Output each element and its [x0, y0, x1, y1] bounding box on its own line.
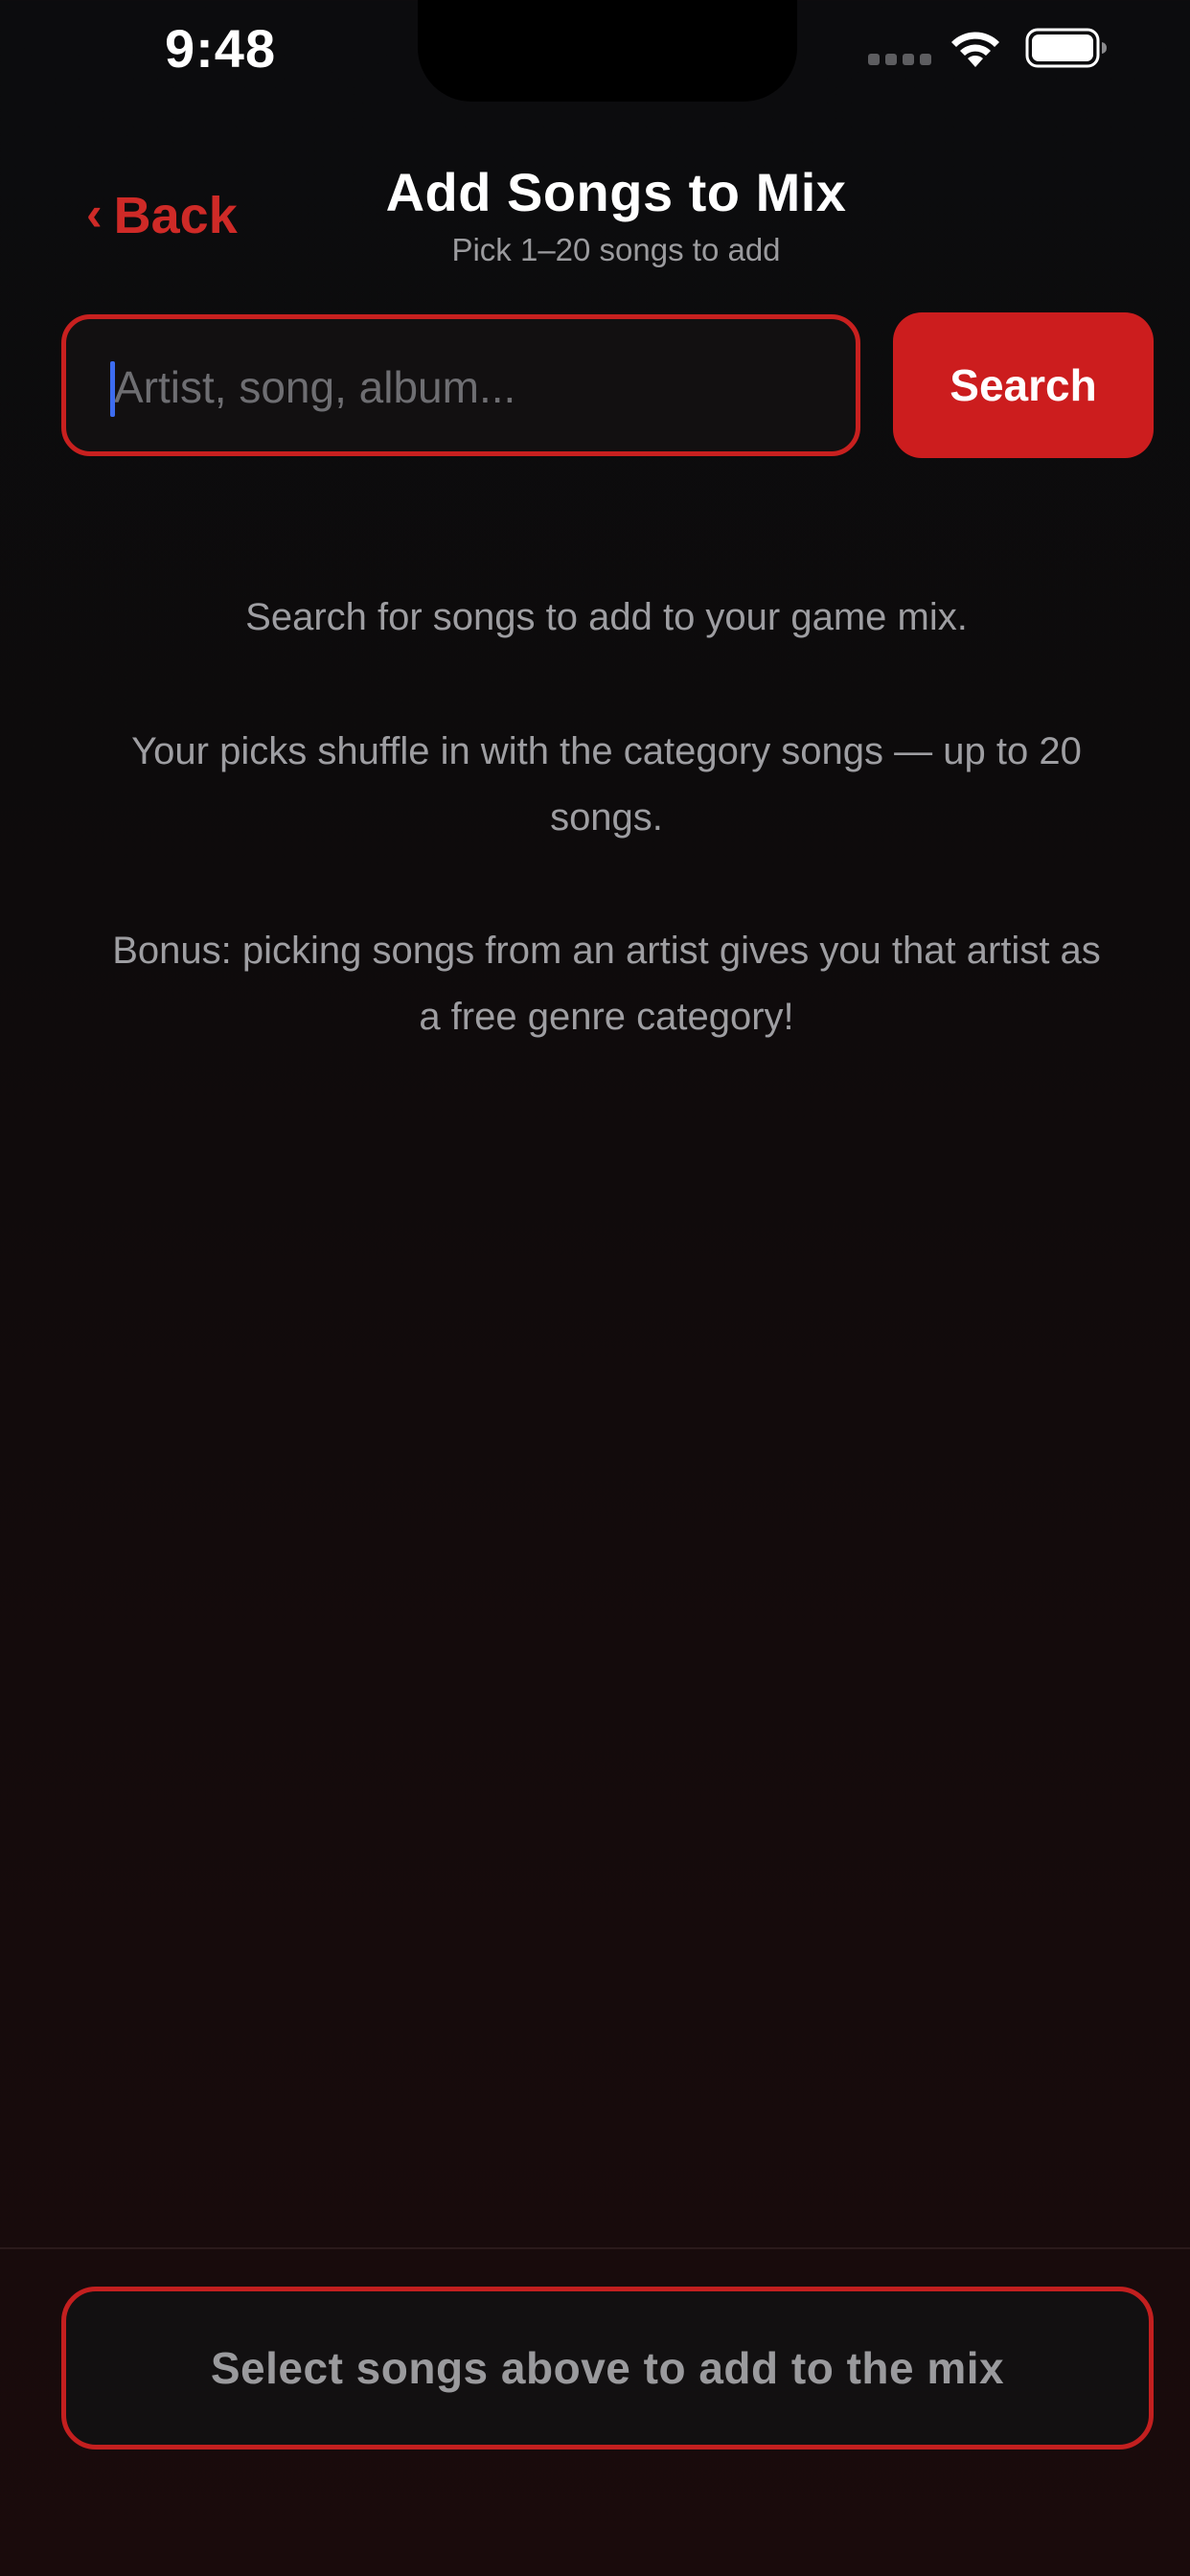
- signal-dots-icon: [868, 54, 931, 67]
- text-caret: [110, 361, 115, 417]
- search-input[interactable]: [114, 344, 823, 430]
- info-text-bonus: Bonus: picking songs from an artist give…: [112, 930, 1101, 1038]
- status-time: 9:48: [165, 18, 277, 79]
- battery-icon: [1025, 28, 1107, 68]
- info-text-search-hint: Search for songs to add to your game mix…: [245, 596, 968, 638]
- search-field[interactable]: [61, 314, 860, 456]
- dynamic-island: [418, 0, 797, 102]
- wifi-icon: [951, 32, 999, 67]
- page-title: Add Songs to Mix: [385, 162, 847, 222]
- page-subtitle: Pick 1–20 songs to add: [451, 232, 781, 267]
- bottom-divider: [0, 2247, 1190, 2249]
- add-to-mix-button[interactable]: Select songs above to add to the mix: [61, 2287, 1154, 2450]
- search-button[interactable]: Search: [893, 312, 1154, 458]
- status-bar: 9:48: [0, 0, 1190, 105]
- info-text-shuffle: Your picks shuffle in with the category …: [131, 730, 1082, 839]
